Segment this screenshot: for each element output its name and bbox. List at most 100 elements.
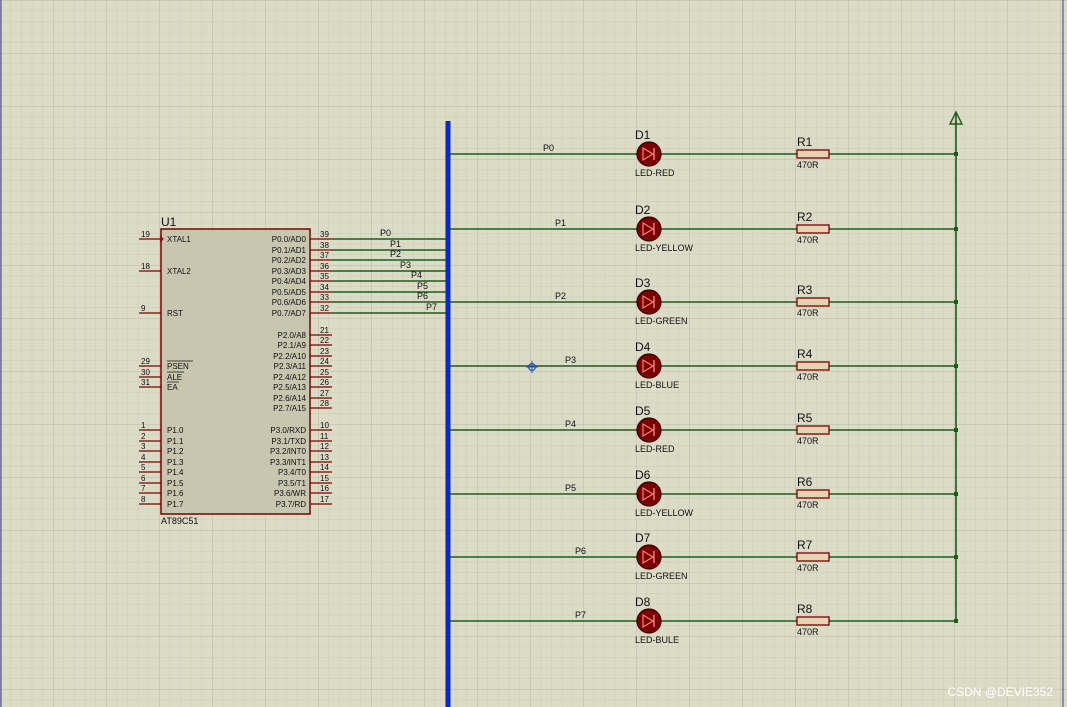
mcu-u1[interactable]: U1 19 XTAL1 18 XTAL2 9 RST 29 PSEN 30 ALE 31 EA 1 P1.… [139, 215, 332, 526]
pin-number: 13 [320, 453, 329, 462]
pin-number: 8 [141, 495, 146, 504]
led-diode-icon[interactable] [636, 608, 662, 634]
mcu-ref: U1 [161, 215, 177, 229]
pin-number: 23 [320, 347, 329, 356]
pin-name: P0.5/AD5 [272, 288, 307, 297]
pin-name: P0.6/AD6 [272, 298, 307, 307]
resistor-icon[interactable] [796, 425, 830, 435]
grid [0, 0, 1067, 707]
pin-number: 21 [320, 326, 329, 335]
led-ref: D1 [635, 128, 651, 142]
pin-name: P1.3 [167, 458, 184, 467]
led-ref: D6 [635, 468, 651, 482]
pin-number: 4 [141, 453, 146, 462]
pin-name: P2.0/A8 [278, 331, 307, 340]
led-diode-icon[interactable] [636, 216, 662, 242]
pin-name: P3.1/TXD [271, 437, 306, 446]
resistor-value: 470R [797, 372, 819, 382]
resistor-icon[interactable] [796, 616, 830, 626]
pin-number: 16 [320, 484, 329, 493]
led-body [636, 216, 662, 242]
led-body [636, 353, 662, 379]
pin-name: P1.6 [167, 489, 184, 498]
led-type: LED-GREEN [635, 316, 688, 326]
pin-number: 30 [141, 368, 150, 377]
pin-name: P2.2/A10 [273, 352, 306, 361]
pin-name: P2.5/A13 [273, 383, 306, 392]
pin-number: 28 [320, 399, 329, 408]
schematic-canvas[interactable]: U1 19 XTAL1 18 XTAL2 9 RST 29 PSEN 30 ALE 31 EA 1 P1.… [0, 0, 1067, 707]
mcu-part: AT89C51 [161, 516, 198, 526]
resistor-icon[interactable] [796, 361, 830, 371]
pin-name: P0.1/AD1 [272, 246, 307, 255]
wire-label: P1 [390, 239, 401, 249]
resistor-value: 470R [797, 563, 819, 573]
pin-number: 10 [320, 421, 329, 430]
resistor-ref: R4 [797, 347, 813, 361]
led-ref: D7 [635, 531, 651, 545]
pin-number: 12 [320, 442, 329, 451]
led-diode-icon[interactable] [636, 481, 662, 507]
pin-number: 24 [320, 357, 329, 366]
pin-number: 11 [320, 432, 329, 441]
resistor-icon[interactable] [796, 489, 830, 499]
led-body [636, 608, 662, 634]
pin-name: P3.6/WR [274, 489, 306, 498]
resistor-icon[interactable] [796, 224, 830, 234]
pin-number: 19 [141, 230, 150, 239]
pin-name: P2.3/A11 [274, 362, 307, 371]
led-diode-icon[interactable] [636, 141, 662, 167]
net-label: P3 [565, 355, 576, 365]
wire-label: P2 [390, 249, 401, 259]
pin-number: 7 [141, 484, 146, 493]
led-ref: D8 [635, 595, 651, 609]
pin-number: 18 [141, 262, 150, 271]
led-body [636, 417, 662, 443]
pin-name: P0.4/AD4 [272, 277, 307, 286]
pin-number: 25 [320, 368, 329, 377]
pin-name: P0.0/AD0 [272, 235, 307, 244]
pin-name: ALE [167, 373, 182, 382]
pin-name: P3.3/INT1 [270, 458, 307, 467]
pin-number: 6 [141, 474, 146, 483]
led-diode-icon[interactable] [636, 353, 662, 379]
wire-label: P5 [417, 281, 428, 291]
pin-number: 39 [320, 230, 329, 239]
led-type: LED-RED [635, 168, 675, 178]
resistor-icon[interactable] [796, 297, 830, 307]
pin-name: P3.7/RD [276, 500, 306, 509]
pin-number: 31 [141, 378, 150, 387]
resistor-ref: R3 [797, 283, 813, 297]
resistor-value: 470R [797, 308, 819, 318]
led-type: LED-YELLOW [635, 508, 694, 518]
pin-number: 1 [141, 421, 146, 430]
led-ref: D2 [635, 203, 651, 217]
pin-name: P3.4/T0 [278, 468, 307, 477]
pin-number: 15 [320, 474, 329, 483]
wire-label: P4 [411, 270, 422, 280]
led-type: LED-RED [635, 444, 675, 454]
watermark: CSDN @DEVIE352 [947, 685, 1053, 699]
pin-number: 14 [320, 463, 329, 472]
resistor-value: 470R [797, 500, 819, 510]
pin-name: RST [167, 309, 183, 318]
resistor-ref: R6 [797, 475, 813, 489]
led-diode-icon[interactable] [636, 544, 662, 570]
pin-name: P1.2 [167, 447, 184, 456]
net-label: P6 [575, 546, 586, 556]
led-type: LED-BLUE [635, 380, 679, 390]
resistor-icon[interactable] [796, 552, 830, 562]
pin-number: 35 [320, 272, 329, 281]
led-ref: D5 [635, 404, 651, 418]
resistor-icon[interactable] [796, 149, 830, 159]
net-label: P2 [555, 291, 566, 301]
led-diode-icon[interactable] [636, 417, 662, 443]
led-diode-icon[interactable] [636, 289, 662, 315]
pin-name: P3.0/RXD [270, 426, 306, 435]
resistor-ref: R7 [797, 538, 813, 552]
pin-name: EA [167, 383, 178, 392]
pin-number: 34 [320, 283, 329, 292]
led-body [636, 141, 662, 167]
pin-number: 27 [320, 389, 329, 398]
resistor-value: 470R [797, 235, 819, 245]
